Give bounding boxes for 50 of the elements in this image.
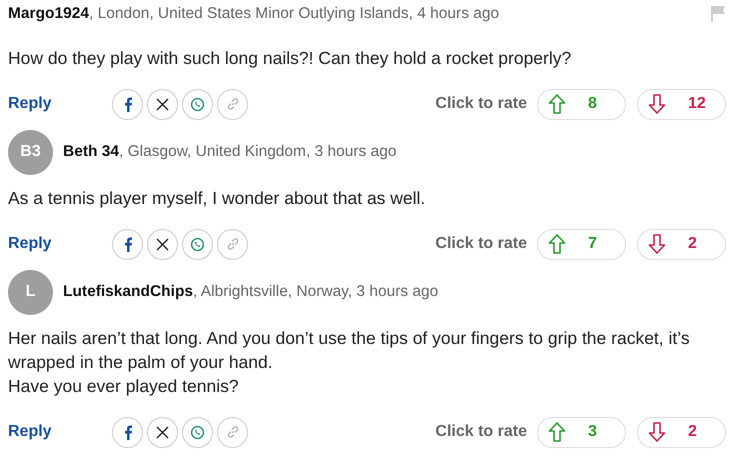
- whatsapp-button[interactable]: [182, 228, 213, 260]
- x-icon: [156, 426, 169, 438]
- downvote-button[interactable]: 2: [637, 416, 726, 448]
- comment-header: Margo1924, London, United States Minor Outlying Islands, 4 hours ago: [8, 5, 500, 23]
- downvote-button[interactable]: 2: [637, 228, 726, 260]
- down-arrow-icon: [648, 94, 666, 114]
- x-icon: [156, 98, 169, 110]
- up-arrow-icon: [548, 234, 566, 254]
- up-arrow-icon: [548, 422, 566, 442]
- rate-label: Click to rate: [435, 95, 527, 113]
- comment-header: LutefiskandChips, Albrightsville, Norway, 3 hours ago: [63, 283, 440, 301]
- facebook-icon: [122, 236, 132, 252]
- down-arrow-icon: [648, 234, 666, 254]
- whatsapp-icon: [190, 96, 205, 112]
- avatar: L: [8, 270, 53, 314]
- facebook-button[interactable]: [112, 88, 143, 120]
- x-share-button[interactable]: [147, 416, 178, 448]
- x-share-button[interactable]: [147, 88, 178, 120]
- down-arrow-icon: [648, 422, 666, 442]
- whatsapp-icon: [190, 236, 205, 252]
- avatar: B3: [8, 130, 53, 174]
- reply-link[interactable]: Reply: [8, 423, 112, 441]
- downvote-button[interactable]: 12: [637, 88, 726, 120]
- facebook-icon: [122, 424, 132, 440]
- whatsapp-button[interactable]: [182, 88, 213, 120]
- facebook-button[interactable]: [112, 228, 143, 260]
- link-icon: [226, 425, 240, 439]
- rate-label: Click to rate: [435, 423, 527, 441]
- reply-link[interactable]: Reply: [8, 95, 112, 113]
- comment-header: Beth 34, Glasgow, United Kingdom, 3 hours ago: [63, 143, 398, 161]
- upvote-button[interactable]: 8: [537, 88, 626, 120]
- link-icon: [226, 97, 240, 111]
- comment-text: As a tennis player myself, I wonder about that as well.: [8, 187, 426, 210]
- upvote-button[interactable]: 7: [537, 228, 626, 260]
- facebook-icon: [122, 96, 132, 112]
- x-share-button[interactable]: [147, 228, 178, 260]
- x-icon: [156, 238, 169, 250]
- whatsapp-icon: [190, 424, 205, 440]
- comment-text: How do they play with such long nails?! Can they hold a rocket properly?: [8, 47, 572, 70]
- whatsapp-button[interactable]: [182, 416, 213, 448]
- upvote-button[interactable]: 3: [537, 416, 626, 448]
- facebook-button[interactable]: [112, 416, 143, 448]
- rate-label: Click to rate: [435, 235, 527, 253]
- comment-text: Her nails aren’t that long. And you don’t use the tips of your fingers to grip the racket, it’s wrapped in the palm of your hand. Have you ever played tennis?: [8, 327, 691, 398]
- link-button[interactable]: [217, 416, 248, 448]
- link-button[interactable]: [217, 228, 248, 260]
- link-icon: [226, 237, 240, 251]
- link-button[interactable]: [217, 88, 248, 120]
- up-arrow-icon: [548, 94, 566, 114]
- reply-link[interactable]: Reply: [8, 235, 112, 253]
